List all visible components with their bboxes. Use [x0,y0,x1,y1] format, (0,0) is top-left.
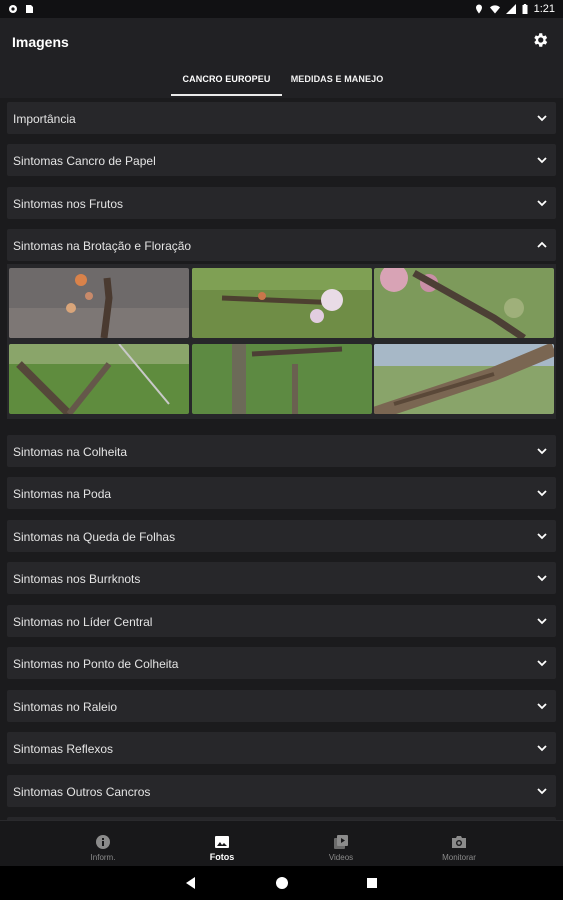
section-brotacao-floracao[interactable]: Sintomas na Brotação e Floração [7,229,556,261]
camera-icon [452,836,466,848]
recents-icon[interactable] [365,876,379,890]
chevron-down-icon [537,660,547,667]
nav-item-fotos[interactable]: Fotos [162,821,282,867]
back-icon[interactable] [184,876,198,890]
section-lider-central[interactable]: Sintomas no Líder Central [7,605,556,637]
section-cancro-de-papel[interactable]: Sintomas Cancro de Papel [7,144,556,176]
section-list: Importância Sintomas Cancro de Papel Sin… [0,98,563,820]
section-label: Sintomas no Líder Central [13,615,153,629]
tab-bar: CANCRO EUROPEU MEDIDAS E MANEJO [0,68,563,98]
chevron-down-icon [537,448,547,455]
section-label: Sintomas na Brotação e Floração [13,239,192,253]
nav-label: Inform. [90,853,116,862]
chevron-down-icon [537,618,547,625]
section-outros-cancros[interactable]: Sintomas Outros Cancros [7,775,556,807]
gallery-photo[interactable] [192,344,372,414]
section-colheita[interactable]: Sintomas na Colheita [7,435,556,467]
video-library-icon [334,835,348,849]
home-icon[interactable] [275,876,289,890]
chevron-down-icon [537,115,547,122]
info-icon [96,835,110,849]
section-label: Sintomas no Ponto de Colheita [13,657,179,671]
chevron-down-icon [537,200,547,207]
chevron-down-icon [537,157,547,164]
section-label: Sintomas na Queda de Folhas [13,530,176,544]
gallery-photo[interactable] [192,268,372,338]
nav-label: Fotos [209,852,235,862]
chevron-up-icon [537,241,547,248]
section-label: Sintomas na Poda [13,487,112,501]
section-label: Sintomas nos Burrknots [13,572,141,586]
chevron-down-icon [537,745,547,752]
nav-label: Monitorar [442,853,476,862]
status-bar: 1:21 [0,0,563,18]
gallery-photo[interactable] [9,268,189,338]
section-label: Sintomas Cancro de Papel [13,154,156,168]
settings-notif-icon [9,5,17,13]
chevron-down-icon [537,788,547,795]
chevron-down-icon [537,575,547,582]
section-frutos[interactable]: Sintomas nos Frutos [7,187,556,219]
section-label: Sintomas nos Frutos [13,197,124,211]
photo-gallery [7,264,556,419]
chevron-down-icon [537,703,547,710]
nav-item-videos[interactable]: Videos [281,821,401,867]
wifi-icon [489,5,500,14]
battery-icon [522,4,528,14]
tab-medidas-e-manejo[interactable]: MEDIDAS E MANEJO [282,68,392,98]
chevron-down-icon [537,490,547,497]
nav-item-inform[interactable]: Inform. [43,821,163,867]
sd-card-icon [26,5,33,13]
section-label: Importância [13,112,76,126]
photo-icon [215,836,229,848]
section-raleio[interactable]: Sintomas no Raleio [7,690,556,722]
section-label: Sintomas na Colheita [13,445,128,459]
section-reflexos[interactable]: Sintomas Reflexos [7,732,556,764]
section-burrknots[interactable]: Sintomas nos Burrknots [7,562,556,594]
tab-indicator [171,94,282,96]
section-queda-de-folhas[interactable]: Sintomas na Queda de Folhas [7,520,556,552]
section-importancia[interactable]: Importância [7,102,556,134]
nav-label: Videos [328,853,354,862]
gallery-photo[interactable] [374,344,554,414]
section-label: Sintomas no Raleio [13,700,118,714]
signal-icon [505,4,516,14]
section-label: Sintomas Outros Cancros [13,785,151,799]
gear-icon[interactable] [531,31,549,49]
section-ponto-de-colheita[interactable]: Sintomas no Ponto de Colheita [7,647,556,679]
gallery-photo[interactable] [9,344,189,414]
page-title: Imagens [12,34,69,50]
location-icon [475,4,482,14]
gallery-photo[interactable] [374,268,554,338]
app-bar: Imagens CANCRO EUROPEU MEDIDAS E MANEJO [0,18,563,98]
status-time: 1:21 [533,3,555,15]
chevron-down-icon [537,533,547,540]
system-nav-bar [0,866,563,900]
section-label: Sintomas Reflexos [13,742,114,756]
nav-item-monitorar[interactable]: Monitorar [399,821,519,867]
section-poda[interactable]: Sintomas na Poda [7,477,556,509]
bottom-nav: Inform. Fotos Videos Monitorar [0,820,563,866]
